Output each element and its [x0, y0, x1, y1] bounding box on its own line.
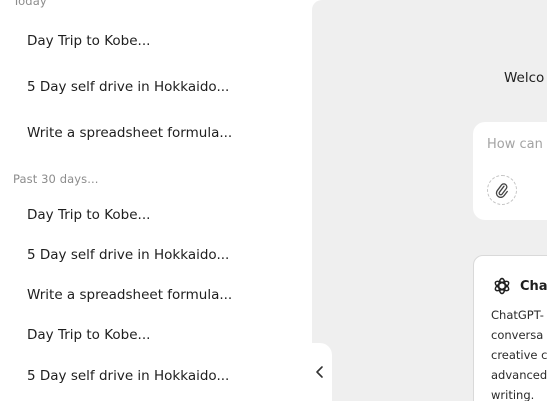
info-card-line: writing.: [491, 388, 535, 401]
section-label-past-30-days: Past 30 days...: [13, 172, 99, 186]
chat-history-item[interactable]: 5 Day self drive in Hokkaido...: [27, 363, 297, 389]
chat-history-item[interactable]: Day Trip to Kobe...: [27, 322, 297, 348]
app-window: Today Day Trip to Kobe... 5 Day self dri…: [0, 0, 547, 401]
section-label-today: Today: [13, 0, 47, 8]
chat-history-item[interactable]: Write a spreadsheet formula...: [27, 282, 297, 308]
prompt-card: [473, 122, 547, 220]
chat-history-item[interactable]: 5 Day self drive in Hokkaido...: [27, 242, 297, 268]
sidebar: Today Day Trip to Kobe... 5 Day self dri…: [0, 0, 312, 401]
collapse-sidebar-button[interactable]: [311, 361, 329, 383]
chat-history-item[interactable]: 5 Day self drive in Hokkaido...: [27, 74, 297, 100]
attach-button[interactable]: [487, 175, 517, 205]
info-card-title: Cha: [520, 278, 547, 294]
chat-history-item[interactable]: Write a spreadsheet formula...: [27, 120, 297, 146]
prompt-input[interactable]: [487, 137, 547, 152]
info-card-line: ChatGPT-: [491, 308, 544, 322]
chat-history-item[interactable]: Day Trip to Kobe...: [27, 28, 297, 54]
chevron-left-icon: [316, 366, 323, 378]
paperclip-icon: [495, 183, 508, 198]
info-card-line: conversa: [491, 328, 544, 342]
info-card-header: Cha: [492, 276, 547, 296]
chat-history-item[interactable]: Day Trip to Kobe...: [27, 202, 297, 228]
info-card-line: creative c: [491, 348, 547, 362]
model-info-card[interactable]: Cha ChatGPT- conversa creative c advance…: [473, 255, 547, 401]
openai-logo-icon: [494, 277, 510, 295]
info-card-line: advanced: [491, 368, 547, 382]
welcome-heading: Welco: [504, 70, 545, 86]
info-card-description: ChatGPT- conversa creative c advanced wr…: [491, 305, 547, 401]
